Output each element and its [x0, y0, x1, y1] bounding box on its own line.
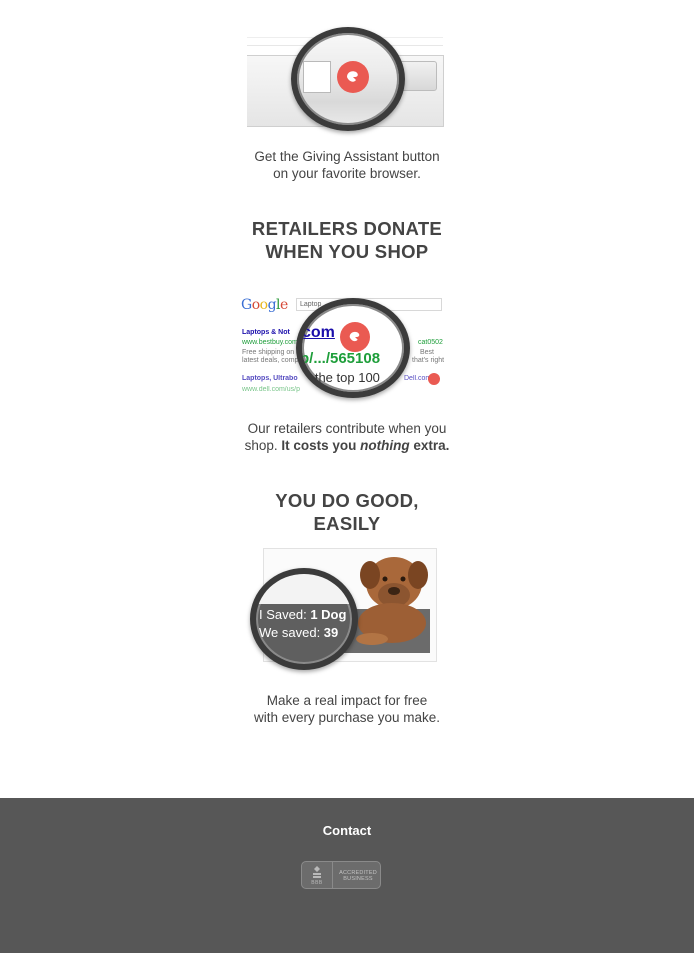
caption-line: shop. It costs you nothing extra. [0, 437, 694, 454]
saved-label: I Saved: [259, 607, 311, 622]
result-snippet-tail: that's right [412, 357, 445, 364]
bbb-small-text: BBB [311, 880, 323, 886]
bbb-line: BUSINESS [343, 876, 373, 882]
saved-value: 1 Dog [310, 607, 347, 622]
caption-emphasis: extra. [409, 438, 450, 453]
bbb-seal: BBB [302, 862, 333, 888]
magnifier-lens [291, 27, 405, 131]
magnifier-lens: I Saved: 1 Dog We saved: 39 [250, 568, 358, 670]
heading-line: EASILY [313, 513, 381, 534]
magnifier-lens: com p/.../565108 d the top 100 [296, 298, 410, 398]
google-logo: Google [241, 297, 288, 313]
giving-assistant-logo-icon [428, 373, 440, 385]
result-url: www.dell.com/us/p [242, 386, 300, 393]
caption-line: Our retailers contribute when you [247, 421, 447, 436]
lens-saved-row: We saved: 39 [259, 625, 338, 640]
do-good-heading: YOU DO GOOD, EASILY [0, 489, 694, 535]
dog-image [356, 557, 428, 645]
saved-label: We saved: [259, 625, 324, 640]
saved-value: 39 [323, 625, 339, 640]
lens-snippet: d the top 100 [304, 370, 380, 385]
lens-url: p/.../565108 [300, 350, 381, 367]
browser-toolbar-illustration [247, 27, 444, 131]
retailers-donate-heading: RETAILERS DONATE WHEN YOU SHOP [0, 217, 694, 263]
browser-button-caption: Get the Giving Assistant button on your … [0, 148, 694, 182]
search-results-illustration: Google Laptop Laptops & Not www.bestbuy.… [240, 292, 444, 400]
caption-text: shop. [244, 438, 282, 453]
giving-assistant-logo-icon [337, 61, 369, 93]
dog-photo-illustration: I Saved: 1 Dog We saved: 39 [250, 546, 440, 670]
caption-emphasis-italic: nothing [360, 438, 410, 453]
caption-emphasis: It costs you [281, 438, 361, 453]
caption-line: on your favorite browser. [273, 166, 421, 181]
result-url-tail: cat0502 [418, 339, 443, 346]
bbb-text: ACCREDITED BUSINESS [335, 870, 381, 882]
bbb-torch-icon [313, 866, 321, 878]
bbb-accredited-badge[interactable]: BBB ACCREDITED BUSINESS [301, 861, 381, 889]
contact-link[interactable]: Contact [0, 823, 694, 838]
giving-assistant-logo-icon [340, 322, 370, 352]
caption-line: with every purchase you make. [253, 710, 441, 725]
heading-line: RETAILERS DONATE [251, 218, 443, 239]
lens-saved-row: I Saved: 1 Dog [259, 607, 346, 622]
heading-line: WHEN YOU SHOP [265, 241, 429, 262]
result-title: Laptops & Not [242, 329, 290, 336]
result-snippet: Free shipping on P [242, 349, 301, 356]
impact-caption: Make a real impact for free with every p… [0, 692, 694, 726]
result-url: www.bestbuy.com [242, 339, 298, 346]
retailers-caption: Our retailers contribute when you shop. … [0, 420, 694, 454]
result-title: Laptops, Ultrabo [242, 375, 298, 382]
footer: Contact BBB ACCREDITED BUSINESS [0, 798, 694, 953]
heading-line: YOU DO GOOD, [275, 490, 419, 511]
caption-line: Make a real impact for free [266, 693, 428, 708]
result-snippet-tail: Best [420, 349, 435, 356]
caption-line: Get the Giving Assistant button [254, 149, 440, 164]
lens-link: com [302, 324, 335, 341]
result-snippet: latest deals, compa [242, 357, 303, 364]
